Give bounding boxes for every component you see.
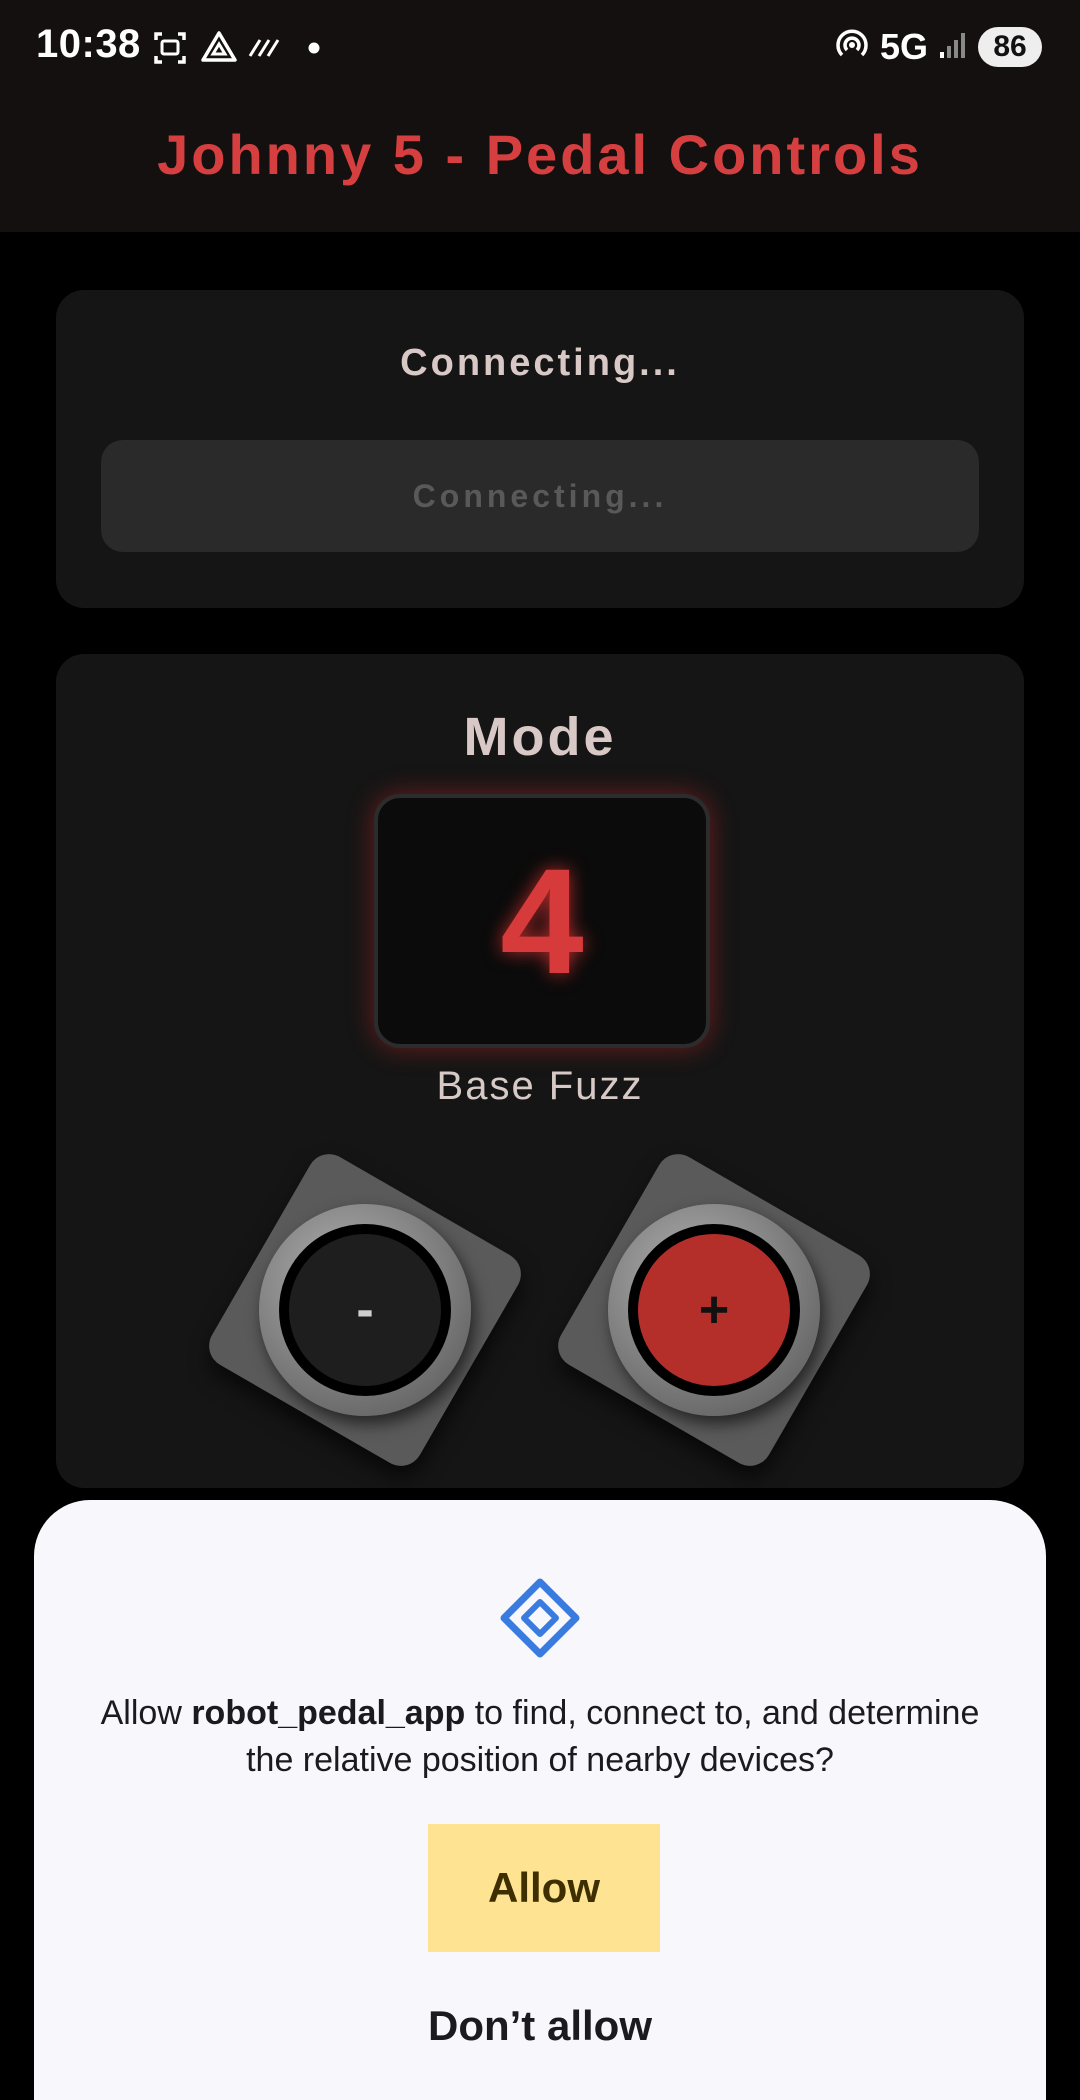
plus-pedal[interactable]: +	[534, 1130, 894, 1490]
connect-button[interactable]: Connecting...	[101, 440, 979, 552]
allow-button[interactable]: Allow	[428, 1824, 660, 1952]
mode-decrement-button[interactable]: -	[279, 1224, 451, 1396]
page-title: Johnny 5 - Pedal Controls	[157, 123, 923, 186]
permission-message: Allow robot_pedal_app to find, connect t…	[94, 1690, 986, 1784]
minus-pedal[interactable]: -	[185, 1130, 545, 1490]
status-time: 10:38	[36, 22, 141, 66]
permission-dialog: Allow robot_pedal_app to find, connect t…	[34, 1500, 1046, 2100]
mode-label: Mode	[463, 707, 617, 767]
dot-icon	[308, 41, 320, 59]
nearby-devices-icon	[500, 1578, 580, 1663]
network-type: 5G	[879, 26, 928, 67]
hotspot-icon	[834, 27, 870, 68]
status-right-group: 5G 86	[834, 26, 1042, 68]
drive-icon	[200, 30, 238, 69]
mode-number: 4	[500, 836, 584, 1005]
signal-icon	[938, 30, 968, 65]
status-bar: 10:38 5G 86	[0, 0, 1080, 96]
permission-text-prefix: Allow	[100, 1694, 192, 1732]
stripes-icon	[248, 38, 282, 63]
app-bar: Johnny 5 - Pedal Controls	[0, 96, 1080, 232]
connection-status: Connecting...	[400, 342, 680, 384]
mode-display: 4	[374, 794, 710, 1048]
connection-card: Connecting... Connecting...	[56, 290, 1024, 608]
battery-indicator: 86	[978, 27, 1042, 67]
permission-app-name: robot_pedal_app	[191, 1694, 466, 1732]
mode-name: Base Fuzz	[436, 1064, 644, 1108]
screen-record-icon	[152, 30, 188, 71]
dont-allow-button[interactable]: Don’t allow	[34, 2002, 1046, 2050]
mode-increment-button[interactable]: +	[628, 1224, 800, 1396]
